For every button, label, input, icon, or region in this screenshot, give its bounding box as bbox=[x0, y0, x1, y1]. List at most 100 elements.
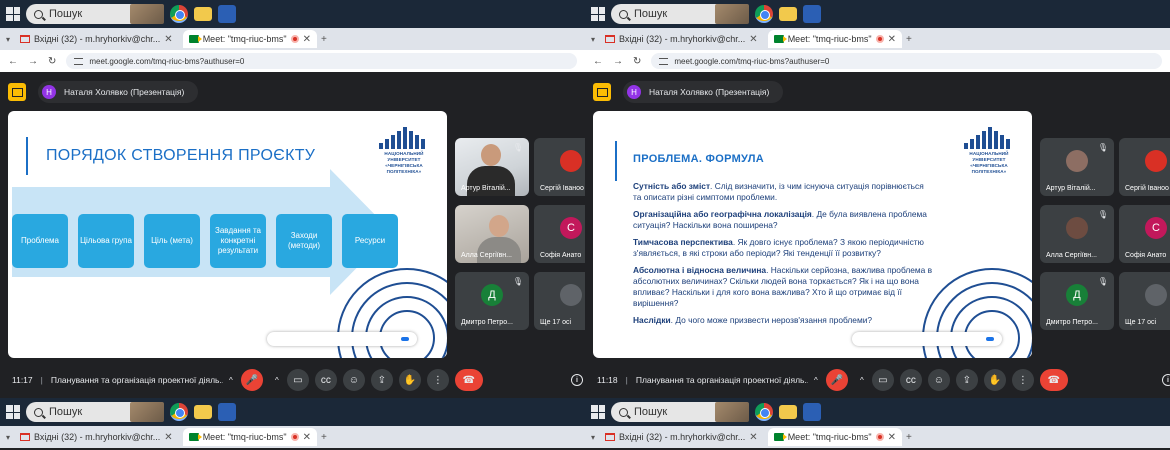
folder-icon[interactable] bbox=[779, 7, 797, 21]
participant-tile[interactable]: Сергій Іваноо bbox=[1119, 138, 1170, 196]
notice-button[interactable] bbox=[401, 337, 409, 341]
participant-tile[interactable]: 🎙 Алла Сергіївн... bbox=[1040, 205, 1114, 263]
tab-search-icon[interactable]: ▾ bbox=[591, 35, 595, 44]
tab-gmail[interactable]: Вхідні (32) - m.hryhorkiv@chr... ✕ bbox=[599, 30, 764, 48]
more-participants-tile[interactable]: Ще 17 осі bbox=[1119, 272, 1170, 330]
chevron-up-icon[interactable]: ^ bbox=[854, 369, 870, 391]
close-icon[interactable]: ✕ bbox=[888, 34, 896, 45]
presenter-pill[interactable]: Н Наталя Холявко (Презентація) bbox=[623, 81, 784, 103]
chevron-up-icon[interactable]: ^ bbox=[223, 369, 239, 391]
participant-tile[interactable]: Д 🎙 Дмитро Петро... bbox=[455, 272, 529, 330]
tab-meet-label: Meet: "tmq-riuc-bms" bbox=[202, 34, 287, 44]
tab-meet[interactable]: Meet: "tmq-riuc-bms" ✕ bbox=[767, 428, 902, 446]
participant-tile[interactable]: 🎙 Артур Віталій... bbox=[455, 138, 529, 196]
participant-tile[interactable]: Алла Сергіївн... bbox=[455, 205, 529, 263]
url-input[interactable]: meet.google.com/tmq-riuc-bms?authuser=0 bbox=[66, 53, 577, 69]
tab-meet[interactable]: Meet: "tmq-riuc-bms" ✕ bbox=[182, 30, 317, 48]
presenter-pill[interactable]: Н Наталя Холявко (Презентація) bbox=[38, 81, 199, 103]
tab-meet-label: Meet: "tmq-riuc-bms" bbox=[787, 34, 872, 44]
hangup-button[interactable]: ☎ bbox=[454, 369, 483, 391]
close-icon[interactable]: ✕ bbox=[164, 34, 172, 45]
participant-avatar bbox=[1066, 217, 1088, 239]
back-icon[interactable]: ← bbox=[593, 56, 603, 67]
folder-icon[interactable] bbox=[194, 7, 212, 21]
step-box: Проблема bbox=[12, 214, 68, 268]
hangup-button[interactable]: ☎ bbox=[1039, 369, 1068, 391]
tab-gmail[interactable]: Вхідні (32) - m.hryhorkiv@chr... ✕ bbox=[14, 428, 179, 446]
notice-button[interactable] bbox=[986, 337, 994, 341]
close-icon[interactable]: ✕ bbox=[303, 34, 311, 45]
url-input[interactable]: meet.google.com/tmq-riuc-bms?authuser=0 bbox=[651, 53, 1162, 69]
chrome-icon[interactable] bbox=[755, 5, 773, 23]
participant-name: Софія Анато bbox=[540, 252, 582, 259]
tab-search-icon[interactable]: ▾ bbox=[6, 433, 10, 442]
site-info-icon[interactable] bbox=[659, 57, 669, 65]
tab-meet[interactable]: Meet: "tmq-riuc-bms" ✕ bbox=[182, 428, 317, 446]
chevron-up-icon[interactable]: ^ bbox=[808, 369, 824, 391]
meet-icon bbox=[188, 433, 202, 441]
close-icon[interactable]: ✕ bbox=[749, 34, 757, 45]
more-options-button[interactable]: ⋮ bbox=[426, 369, 449, 391]
windows-start-icon[interactable] bbox=[591, 405, 605, 419]
captions-button[interactable]: cc bbox=[314, 369, 337, 391]
chevron-up-icon[interactable]: ^ bbox=[269, 369, 285, 391]
reload-icon[interactable]: ↻ bbox=[48, 56, 56, 67]
participant-name: Алла Сергіївн... bbox=[1046, 252, 1097, 259]
tab-meet[interactable]: Meet: "tmq-riuc-bms" ✕ bbox=[767, 30, 902, 48]
camera-button[interactable]: ▭ bbox=[286, 369, 309, 391]
tab-search-icon[interactable]: ▾ bbox=[6, 35, 10, 44]
word-icon[interactable] bbox=[803, 403, 821, 421]
address-bar: ← → ↻ meet.google.com/tmq-riuc-bms?authu… bbox=[585, 50, 1170, 72]
windows-start-icon[interactable] bbox=[591, 7, 605, 21]
forward-icon[interactable]: → bbox=[28, 56, 38, 67]
mic-button[interactable]: 🎤 bbox=[240, 369, 263, 391]
present-button[interactable]: ⇪ bbox=[955, 369, 978, 391]
info-icon[interactable]: i bbox=[1162, 374, 1170, 386]
participant-name: Сергій Іваноо bbox=[540, 185, 584, 192]
tab-gmail[interactable]: Вхідні (32) - m.hryhorkiv@chr... ✕ bbox=[599, 428, 764, 446]
more-participants-tile[interactable]: Ще 17 осі bbox=[534, 272, 585, 330]
close-icon[interactable]: ✕ bbox=[164, 432, 172, 443]
back-icon[interactable]: ← bbox=[8, 56, 18, 67]
captions-button[interactable]: cc bbox=[899, 369, 922, 391]
raise-hand-button[interactable]: ✋ bbox=[983, 369, 1006, 391]
chrome-icon[interactable] bbox=[170, 5, 188, 23]
participant-tile[interactable]: Сергій Іваноо bbox=[534, 138, 585, 196]
present-button[interactable]: ⇪ bbox=[370, 369, 393, 391]
info-icon[interactable]: i bbox=[571, 374, 583, 386]
participant-name: Дмитро Петро... bbox=[1046, 319, 1098, 326]
windows-start-icon[interactable] bbox=[6, 7, 20, 21]
participant-tile[interactable]: Д 🎙 Дмитро Петро... bbox=[1040, 272, 1114, 330]
site-info-icon[interactable] bbox=[74, 57, 84, 65]
reload-icon[interactable]: ↻ bbox=[633, 56, 641, 67]
chrome-icon[interactable] bbox=[170, 403, 188, 421]
new-tab-icon[interactable]: + bbox=[906, 34, 912, 45]
participant-tile[interactable]: 🎙 Артур Віталій... bbox=[1040, 138, 1114, 196]
close-icon[interactable]: ✕ bbox=[303, 432, 311, 443]
search-highlight-image bbox=[715, 4, 749, 24]
participant-tile[interactable]: С Софія Анато bbox=[534, 205, 585, 263]
word-icon[interactable] bbox=[803, 5, 821, 23]
folder-icon[interactable] bbox=[194, 405, 212, 419]
windows-start-icon[interactable] bbox=[6, 405, 20, 419]
chrome-icon[interactable] bbox=[755, 403, 773, 421]
raise-hand-button[interactable]: ✋ bbox=[398, 369, 421, 391]
word-icon[interactable] bbox=[218, 403, 236, 421]
new-tab-icon[interactable]: + bbox=[906, 432, 912, 443]
new-tab-icon[interactable]: + bbox=[321, 34, 327, 45]
emoji-button[interactable]: ☺ bbox=[342, 369, 365, 391]
folder-icon[interactable] bbox=[779, 405, 797, 419]
participant-tile[interactable]: С Софія Анато bbox=[1119, 205, 1170, 263]
mic-button[interactable]: 🎤 bbox=[825, 369, 848, 391]
tab-gmail-label: Вхідні (32) - m.hryhorkiv@chr... bbox=[619, 34, 746, 44]
tab-gmail[interactable]: Вхідні (32) - m.hryhorkiv@chr... ✕ bbox=[14, 30, 179, 48]
tab-search-icon[interactable]: ▾ bbox=[591, 433, 595, 442]
more-options-button[interactable]: ⋮ bbox=[1011, 369, 1034, 391]
new-tab-icon[interactable]: + bbox=[321, 432, 327, 443]
camera-button[interactable]: ▭ bbox=[871, 369, 894, 391]
forward-icon[interactable]: → bbox=[613, 56, 623, 67]
close-icon[interactable]: ✕ bbox=[749, 432, 757, 443]
close-icon[interactable]: ✕ bbox=[888, 432, 896, 443]
emoji-button[interactable]: ☺ bbox=[927, 369, 950, 391]
word-icon[interactable] bbox=[218, 5, 236, 23]
